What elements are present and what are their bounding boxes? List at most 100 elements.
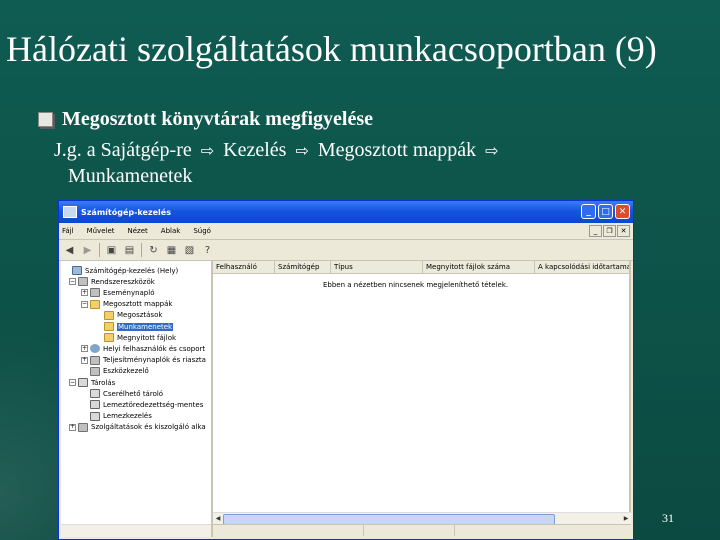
tree-item-label: Teljesítménynaplók és riaszta bbox=[103, 356, 206, 365]
collapse-icon[interactable]: − bbox=[81, 300, 88, 308]
window-title: Számítógép-kezelés bbox=[81, 207, 171, 217]
help-icon[interactable]: ? bbox=[201, 244, 214, 257]
arrow-right-icon: ⇨ bbox=[295, 141, 309, 160]
forward-icon[interactable]: ▶ bbox=[81, 244, 94, 257]
mdi-close-button[interactable]: ✕ bbox=[617, 225, 630, 237]
tree-item-label: Tárolás bbox=[91, 378, 116, 387]
menu-fajl[interactable]: Fájl bbox=[62, 227, 74, 235]
tree-item[interactable]: − Rendszereszközök bbox=[69, 276, 155, 287]
column-header-szamitogep[interactable]: Számítógép bbox=[275, 261, 331, 273]
tree-item[interactable]: Számítógép-kezelés (Hely) bbox=[63, 265, 178, 276]
empty-list-message: Ebben a nézetben nincsenek megjeleníthet… bbox=[323, 281, 509, 289]
menu-muvelet[interactable]: Művelet bbox=[87, 227, 115, 235]
expand-icon[interactable]: + bbox=[81, 345, 88, 353]
status-section bbox=[213, 525, 364, 536]
user-icon bbox=[90, 344, 100, 354]
disk-icon bbox=[90, 411, 100, 421]
expand-icon[interactable]: + bbox=[81, 356, 88, 364]
instruction-step-kezeles: Kezelés bbox=[223, 139, 287, 161]
slide-title: Hálózati szolgáltatások munkacsoportban … bbox=[6, 29, 657, 69]
tree-item[interactable]: Lemezkezelés bbox=[81, 411, 152, 422]
up-folder-icon[interactable]: ▣ bbox=[105, 244, 118, 257]
close-button[interactable]: ✕ bbox=[615, 204, 630, 219]
app-icon bbox=[63, 206, 77, 218]
minimize-button[interactable]: _ bbox=[581, 204, 596, 219]
mdi-minimize-button[interactable]: _ bbox=[589, 225, 602, 237]
maximize-button[interactable]: □ bbox=[598, 204, 613, 219]
menu-bar: Fájl Művelet Nézet Ablak Súgó _ ❐ ✕ bbox=[59, 223, 633, 240]
tool-icon bbox=[90, 355, 100, 365]
folder-icon bbox=[104, 322, 114, 331]
toolbar-separator bbox=[99, 243, 100, 257]
column-header-megnyitott-fajlok[interactable]: Megnyitott fájlok száma bbox=[423, 261, 535, 273]
column-header-felhasznalo[interactable]: Felhasználó bbox=[213, 261, 275, 273]
tree-item-label: Megosztott mappák bbox=[103, 300, 173, 309]
tree-item[interactable]: Megosztások bbox=[95, 310, 162, 321]
back-icon[interactable]: ◀ bbox=[63, 244, 76, 257]
tree-horizontal-scrollbar[interactable] bbox=[61, 524, 211, 537]
show-tree-icon[interactable]: ▤ bbox=[123, 244, 136, 257]
tree-item-label: Munkamenetek bbox=[117, 322, 174, 331]
bullet-box-icon bbox=[38, 112, 53, 127]
refresh-icon[interactable]: ↻ bbox=[147, 244, 160, 257]
expand-icon[interactable]: + bbox=[69, 423, 76, 431]
tree-item[interactable]: Megnyitott fájlok bbox=[95, 332, 176, 343]
tree-item[interactable]: + Helyi felhasználók és csoport bbox=[81, 343, 205, 354]
tool-icon bbox=[90, 288, 100, 298]
tree-item-label: Számítógép-kezelés (Hely) bbox=[85, 266, 179, 275]
tree-item-label: Cserélhető tároló bbox=[103, 389, 164, 398]
tree-item[interactable]: Cserélhető tároló bbox=[81, 388, 163, 399]
toolbar: ◀ ▶ ▣ ▤ ↻ ▦ ▧ ? bbox=[59, 240, 633, 261]
bullet-text: Megosztott könyvtárak megfigyelése bbox=[62, 108, 374, 130]
menu-nezet[interactable]: Nézet bbox=[128, 227, 148, 235]
computer-management-window: Számítógép-kezelés _ □ ✕ Fájl Művelet Né… bbox=[58, 200, 634, 540]
tree-item-label: Rendszereszközök bbox=[91, 277, 155, 286]
disk-icon bbox=[78, 378, 88, 387]
mdi-restore-button[interactable]: ❐ bbox=[603, 225, 616, 237]
collapse-icon[interactable]: − bbox=[69, 278, 76, 286]
scroll-left-icon[interactable]: ◀ bbox=[213, 514, 223, 523]
tool-icon bbox=[78, 277, 88, 287]
tree-item[interactable]: Lemeztöredezettség-mentes bbox=[81, 399, 203, 410]
tree-item-label: Eseménynapló bbox=[103, 288, 155, 297]
scroll-right-icon[interactable]: ▶ bbox=[621, 514, 631, 523]
tool-icon bbox=[78, 422, 88, 432]
folder-icon bbox=[104, 333, 114, 343]
tree-item[interactable]: + Eseménynapló bbox=[81, 287, 154, 298]
pc-icon bbox=[72, 266, 82, 275]
details-pane: Felhasználó Számítógép Típus Megnyitott … bbox=[213, 261, 631, 537]
folder-icon bbox=[90, 299, 100, 309]
tool-icon bbox=[90, 366, 100, 376]
export-list-icon[interactable]: ▦ bbox=[165, 244, 178, 257]
status-bar bbox=[213, 524, 631, 537]
tree-item[interactable]: − Tárolás bbox=[69, 377, 115, 388]
column-header-tipus[interactable]: Típus bbox=[331, 261, 423, 273]
console-tree: Számítógép-kezelés (Hely) − Rendszereszköz… bbox=[61, 261, 213, 537]
instruction-step-munkamenetek: Munkamenetek bbox=[68, 165, 193, 187]
arrow-right-icon: ⇨ bbox=[485, 141, 499, 160]
tree-item-label: Megnyitott fájlok bbox=[117, 333, 177, 342]
expand-icon[interactable]: + bbox=[81, 289, 88, 297]
window-titlebar[interactable]: Számítógép-kezelés _ □ ✕ bbox=[59, 201, 633, 223]
tree-item[interactable]: − Megosztott mappák bbox=[81, 299, 172, 310]
column-header-idotartam[interactable]: A kapcsolódási időtartama bbox=[535, 261, 631, 273]
status-section bbox=[364, 525, 455, 536]
tree-item[interactable]: + Teljesítménynaplók és riaszta bbox=[81, 355, 206, 366]
tree-item[interactable]: Munkamenetek bbox=[95, 321, 174, 332]
tree-item[interactable]: Eszközkezelő bbox=[81, 366, 149, 377]
folder-icon bbox=[104, 310, 114, 320]
pane-edge bbox=[629, 261, 631, 513]
menu-sugo[interactable]: Súgó bbox=[193, 227, 211, 235]
menu-ablak[interactable]: Ablak bbox=[161, 227, 181, 235]
bullet-item: Megosztott könyvtárak megfigyelése bbox=[38, 108, 373, 131]
instruction-text-1: J.g. a Sajátgép-re bbox=[54, 139, 192, 161]
tree-item[interactable]: + Szolgáltatások és kiszolgáló alka bbox=[69, 422, 206, 433]
tree-item-label: Helyi felhasználók és csoport bbox=[103, 344, 206, 353]
collapse-icon[interactable]: − bbox=[69, 379, 76, 386]
main-panes: Számítógép-kezelés (Hely) − Rendszereszköz… bbox=[61, 261, 631, 537]
disk-icon bbox=[90, 400, 100, 410]
properties-icon[interactable]: ▧ bbox=[183, 244, 196, 257]
tree-item-label: Eszközkezelő bbox=[103, 367, 149, 376]
arrow-right-icon: ⇨ bbox=[200, 141, 215, 160]
tree-item-label: Lemeztöredezettség-mentes bbox=[103, 400, 204, 409]
